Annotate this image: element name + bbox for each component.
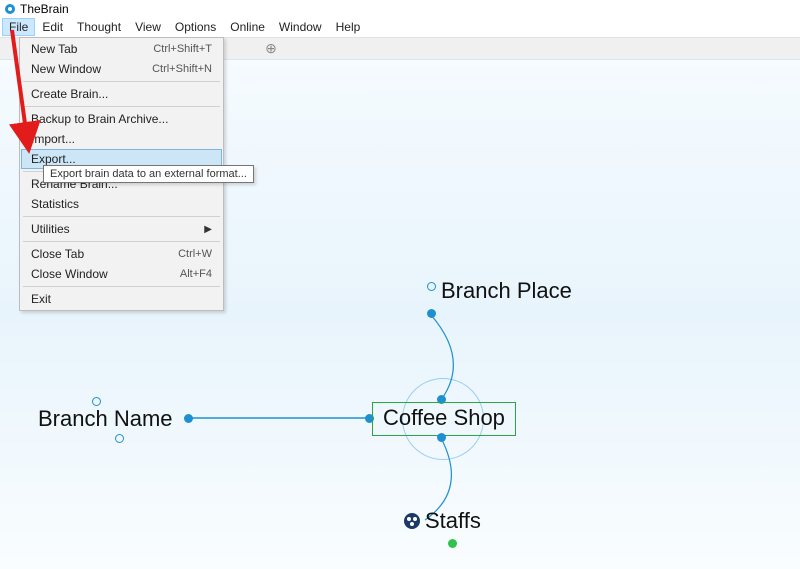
menu-separator (23, 216, 220, 217)
file-statistics[interactable]: Statistics (21, 194, 222, 214)
top-node-label[interactable]: Branch Place (441, 278, 572, 304)
menu-help[interactable]: Help (329, 18, 368, 36)
menu-item-shortcut: Ctrl+Shift+T (153, 43, 212, 55)
menu-item-label: Create Brain... (31, 87, 212, 101)
menu-item-label: Backup to Brain Archive... (31, 112, 212, 126)
menu-separator (23, 286, 220, 287)
top-node-handle-open[interactable] (427, 282, 436, 291)
left-node-handle-right[interactable] (184, 414, 193, 423)
file-new-window[interactable]: New Window Ctrl+Shift+N (21, 59, 222, 79)
center-handle-bottom[interactable] (437, 433, 446, 442)
menu-item-label: Import... (31, 132, 212, 146)
file-exit[interactable]: Exit (21, 289, 222, 309)
bottom-node-handle[interactable] (448, 539, 457, 548)
app-logo-icon (4, 3, 16, 15)
menu-item-label: Close Window (31, 267, 168, 281)
menu-bar: File Edit Thought View Options Online Wi… (0, 17, 800, 37)
menu-view[interactable]: View (128, 18, 168, 36)
menu-edit[interactable]: Edit (35, 18, 70, 36)
file-new-tab[interactable]: New Tab Ctrl+Shift+T (21, 39, 222, 59)
add-tab-icon[interactable]: ⊕ (264, 41, 278, 55)
menu-item-label: Close Tab (31, 247, 166, 261)
submenu-arrow-icon: ▶ (204, 224, 212, 235)
file-close-window[interactable]: Close Window Alt+F4 (21, 264, 222, 284)
title-bar: TheBrain (0, 0, 800, 17)
menu-item-label: Statistics (31, 197, 212, 211)
left-node-handle-top[interactable] (92, 397, 101, 406)
menu-item-label: Utilities (31, 222, 204, 236)
bottom-node-label[interactable]: Staffs (425, 508, 481, 534)
export-tooltip: Export brain data to an external format.… (43, 165, 254, 183)
menu-separator (23, 81, 220, 82)
app-title: TheBrain (20, 2, 69, 16)
menu-file[interactable]: File (2, 18, 35, 36)
menu-separator (23, 106, 220, 107)
menu-separator (23, 241, 220, 242)
file-create-brain[interactable]: Create Brain... (21, 84, 222, 104)
file-close-tab[interactable]: Close Tab Ctrl+W (21, 244, 222, 264)
menu-options[interactable]: Options (168, 18, 223, 36)
menu-item-shortcut: Alt+F4 (180, 268, 212, 280)
file-utilities[interactable]: Utilities ▶ (21, 219, 222, 239)
left-node-handle-bottom[interactable] (115, 434, 124, 443)
top-node-handle[interactable] (427, 309, 436, 318)
file-import[interactable]: Import... (21, 129, 222, 149)
menu-thought[interactable]: Thought (70, 18, 128, 36)
menu-item-label: New Window (31, 62, 140, 76)
menu-item-label: Exit (31, 292, 212, 306)
menu-item-label: New Tab (31, 42, 141, 56)
menu-item-label: Export... (31, 152, 212, 166)
menu-online[interactable]: Online (223, 18, 272, 36)
menu-item-shortcut: Ctrl+W (178, 248, 212, 260)
menu-item-shortcut: Ctrl+Shift+N (152, 63, 212, 75)
staffs-icon (403, 512, 421, 530)
center-node[interactable]: Coffee Shop (372, 402, 516, 436)
file-backup[interactable]: Backup to Brain Archive... (21, 109, 222, 129)
left-node-label[interactable]: Branch Name (38, 406, 173, 432)
menu-window[interactable]: Window (272, 18, 329, 36)
